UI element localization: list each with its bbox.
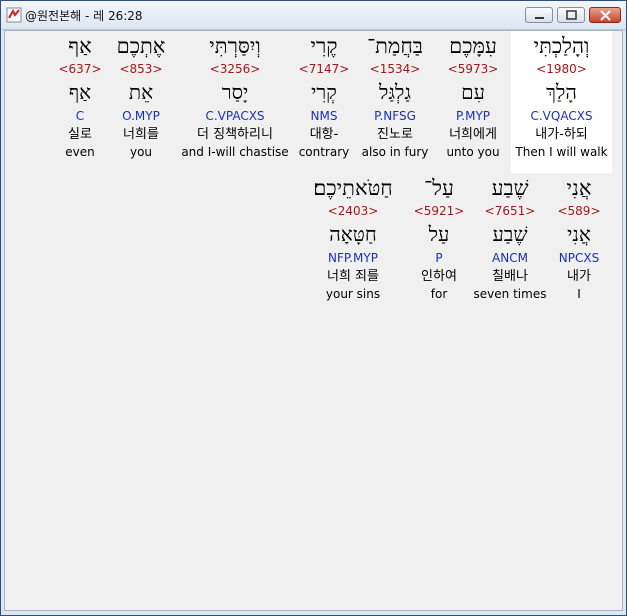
strong-number[interactable]: <5973> (435, 61, 511, 77)
hebrew-word: וְהָלַכְתִּי (533, 34, 590, 58)
english-gloss: unto you (446, 145, 500, 159)
hebrew-lemma: קְרִי (311, 80, 337, 104)
korean-gloss: 더 징책하리니 (197, 127, 273, 142)
hebrew-lemma: שֶׁבַע (492, 222, 528, 246)
hebrew-word: אֲנִי (566, 176, 592, 200)
hebrew-lemma: גַלְגַּל (379, 80, 411, 104)
hebrew-lemma: אַף (68, 80, 92, 104)
app-logo-icon (6, 7, 22, 23)
morphology-code: C.VQACXS (530, 109, 593, 123)
strong-number[interactable]: <589> (551, 203, 607, 219)
morphology-code: NMS (310, 109, 338, 123)
app-window: @원전본해 - 레 26:28 וְהָלַכְתִּי <1980> הָלַ… (0, 0, 627, 616)
word-column[interactable]: בַּחֲמַת־ <1534> גַלְגַּל P.NFSG 진노로 als… (357, 31, 433, 160)
morphology-code: NPCXS (558, 251, 600, 265)
morphology-code: C (75, 109, 85, 123)
hebrew-word: אֶתְכֶם (116, 34, 166, 58)
strong-number[interactable]: <7651> (471, 203, 549, 219)
morphology-code: C.VPACXS (205, 109, 265, 123)
morphology-code: P (435, 251, 443, 265)
english-gloss: for (430, 287, 448, 301)
hebrew-lemma: אֲנִי (567, 222, 591, 246)
minimize-icon (535, 17, 544, 19)
close-button[interactable] (589, 7, 621, 23)
word-column[interactable]: וְהָלַכְתִּי <1980> הָלַךְ C.VQACXS 내가-하… (511, 31, 612, 173)
strong-number[interactable]: <1980> (511, 61, 612, 77)
strong-number[interactable]: <1534> (357, 61, 433, 77)
word-column[interactable]: קֶרִי <7147> קְרִי NMS 대항- contrary (294, 31, 354, 160)
close-icon (600, 10, 611, 21)
strong-number[interactable]: <7147> (294, 61, 354, 77)
korean-gloss: 너희 죄를 (327, 269, 379, 284)
maximize-button[interactable] (557, 7, 585, 23)
hebrew-lemma: אֵת (128, 80, 154, 104)
strong-number[interactable]: <2403> (301, 203, 405, 219)
hebrew-word: קֶרִי (310, 34, 338, 58)
hebrew-lemma: הָלַךְ (546, 80, 577, 104)
english-gloss: contrary (298, 145, 350, 159)
word-column[interactable]: שֶׁבַע <7651> שֶׁבַע ANCM 칠배나 seven time… (471, 173, 549, 302)
hebrew-word: וְיִסַּרְתִּי (209, 34, 261, 58)
word-column[interactable]: עִמָּכֶם <5973> עִם P.MYP 너희에게 unto you (435, 31, 511, 160)
minimize-button[interactable] (525, 7, 553, 23)
strong-number[interactable]: <3256> (179, 61, 291, 77)
korean-gloss: 실로 (68, 127, 92, 142)
strong-number[interactable]: <853> (109, 61, 173, 77)
word-column[interactable]: וְיִסַּרְתִּי <3256> יָסַר C.VPACXS 더 징책… (179, 31, 291, 160)
hebrew-lemma: יָסַר (221, 80, 249, 104)
hebrew-lemma: עַל (428, 222, 450, 246)
word-column[interactable]: אַף <637> אַף C 실로 even (57, 31, 103, 160)
english-gloss: also in fury (361, 145, 429, 159)
hebrew-lemma: עִם (461, 80, 485, 104)
morphology-code: P.NFSG (374, 109, 416, 123)
maximize-icon (566, 10, 577, 20)
hebrew-lemma: חַטָּאָה (329, 222, 377, 246)
english-gloss: you (129, 145, 153, 159)
hebrew-word: חַטֹּאתֵיכֶם׃ (313, 176, 393, 200)
word-column[interactable]: עַל־ <5921> עַל P 인하여 for (409, 173, 469, 302)
morphology-code: O.MYP (122, 109, 160, 123)
korean-gloss: 내가 (567, 269, 591, 284)
english-gloss: I (577, 287, 581, 301)
hebrew-word: עִמָּכֶם (449, 34, 497, 58)
hebrew-word: אַף (68, 34, 92, 58)
strong-number[interactable]: <637> (57, 61, 103, 77)
title-bar[interactable]: @원전본해 - 레 26:28 (1, 1, 626, 30)
korean-gloss: 진노로 (377, 127, 413, 142)
word-column[interactable]: אֶתְכֶם <853> אֵת O.MYP 너희를 you (109, 31, 173, 160)
morphology-code: ANCM (492, 251, 528, 265)
morphology-code: P.MYP (455, 109, 491, 123)
hebrew-word: עַל־ (424, 176, 454, 200)
hebrew-word: שֶׁבַע (491, 176, 529, 200)
korean-gloss: 대항- (309, 127, 339, 142)
korean-gloss: 칠배나 (492, 269, 528, 284)
english-gloss: your sins (325, 287, 381, 301)
window-title: @원전본해 - 레 26:28 (25, 9, 143, 23)
korean-gloss: 인하여 (421, 269, 457, 284)
korean-gloss: 내가-하되 (535, 127, 588, 142)
hebrew-word: בַּחֲמַת־ (367, 34, 423, 58)
english-gloss: even (65, 145, 95, 159)
word-column[interactable]: חַטֹּאתֵיכֶם׃ <2403> חַטָּאָה NFP.MYP 너희… (301, 173, 405, 302)
english-gloss: Then I will walk (515, 145, 608, 159)
korean-gloss: 너희에게 (449, 127, 497, 142)
strong-number[interactable]: <5921> (409, 203, 469, 219)
interlinear-pane: וְהָלַכְתִּי <1980> הָלַךְ C.VQACXS 내가-하… (4, 30, 623, 611)
word-column[interactable]: אֲנִי <589> אֲנִי NPCXS 내가 I (551, 173, 607, 302)
english-gloss: seven times (473, 287, 547, 301)
morphology-code: NFP.MYP (328, 251, 378, 265)
english-gloss: and I-will chastise (181, 145, 289, 159)
korean-gloss: 너희를 (123, 127, 159, 142)
